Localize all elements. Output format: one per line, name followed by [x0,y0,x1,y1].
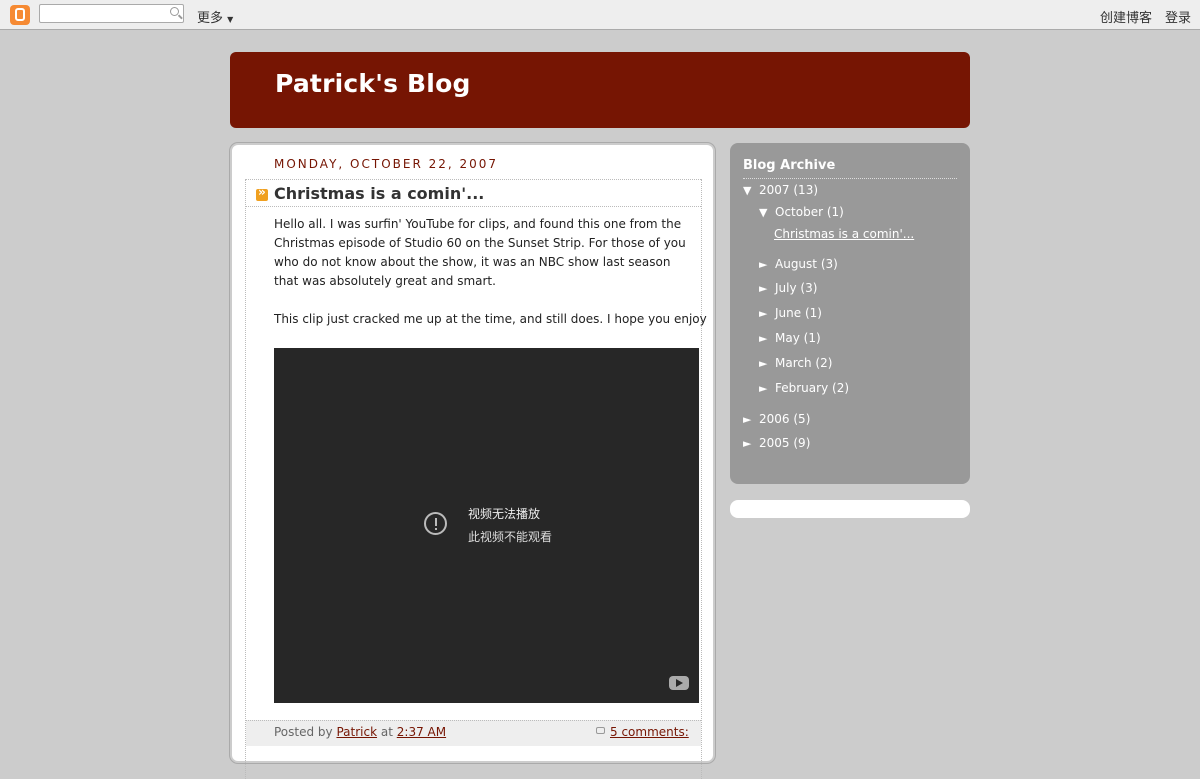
archive-month-link[interactable]: July [775,281,797,295]
archive-month-link[interactable]: June [775,306,801,320]
collapse-toggle-icon[interactable]: ► [759,357,775,370]
archive-count: (1) [804,306,822,320]
collapse-toggle-icon[interactable]: ► [759,307,775,320]
archive-count: (2) [815,356,833,370]
archive-month-link[interactable]: February [775,381,828,395]
more-menu-button[interactable]: 更多 ▼ [197,7,233,26]
comments-link[interactable]: 5 comments: [610,725,689,739]
post-meta: Posted by Patrick at 2:37 AM [274,725,446,739]
search-icon[interactable] [170,7,179,16]
main-column: Monday, October 22, 2007 Christmas is a … [230,143,715,779]
archive-year-2007: ▼ 2007 (13) [743,183,818,197]
archive-year-2005: ► 2005 (9) [743,436,810,450]
archive-year-2006: ► 2006 (5) [743,412,810,426]
expand-toggle-icon[interactable]: ▼ [759,206,775,219]
blog-header: Patrick's Blog [230,52,970,128]
post-title-row: Christmas is a comin'... [246,179,701,207]
collapse-toggle-icon[interactable]: ► [759,258,775,271]
sidebar-widget-empty [730,500,970,518]
collapse-toggle-icon[interactable]: ► [743,437,759,450]
archive-count: (3) [820,257,838,271]
archive-month-june: ► June (1) [759,306,822,320]
login-link[interactable]: 登录 [1165,7,1191,26]
collapse-toggle-icon[interactable]: ► [759,332,775,345]
at-label: at [380,725,393,739]
create-blog-link[interactable]: 创建博客 [1100,7,1152,26]
sidebar-title: Blog Archive [743,158,957,179]
archive-month-link[interactable]: March [775,356,812,370]
archive-count: (5) [793,412,811,426]
archive-year-link[interactable]: 2005 [759,436,790,450]
blogger-logo-icon[interactable] [10,5,30,25]
more-menu-label: 更多 [197,11,224,26]
post-paragraph: Hello all. I was surfin' YouTube for cli… [274,217,686,288]
posted-by-label: Posted by [274,725,333,739]
caret-down-icon: ▼ [227,15,234,24]
post-paragraph: This clip just cracked me up at the time… [274,312,707,326]
archive-count: (1) [826,205,844,219]
arrow-icon [256,185,268,201]
navbar: 更多 ▼ 创建博客 登录 [0,0,1200,30]
archive-count: (9) [793,436,811,450]
post: Christmas is a comin'... Hello all. I wa… [245,179,707,779]
expand-toggle-icon[interactable]: ▼ [743,184,759,197]
blog-title[interactable]: Patrick's Blog [275,69,471,98]
post-footer: Posted by Patrick at 2:37 AM 5 comments: [246,720,701,746]
author-link[interactable]: Patrick [336,725,377,739]
warning-icon [424,512,447,535]
archive-month-july: ► July (3) [759,281,817,295]
archive-month-link[interactable]: October [775,205,823,219]
video-error-title: 视频无法播放 [468,507,541,521]
archive-month-february: ► February (2) [759,381,849,395]
search-input[interactable] [39,4,184,23]
video-error-subtitle: 此视频不能观看 [468,530,553,544]
archive-count: (13) [793,183,819,197]
collapse-toggle-icon[interactable]: ► [759,282,775,295]
archive-month-october: ▼ October (1) [759,205,844,219]
archive-month-link[interactable]: May [775,331,800,345]
collapse-toggle-icon[interactable]: ► [759,382,775,395]
timestamp-link[interactable]: 2:37 AM [397,725,446,739]
archive-count: (3) [800,281,818,295]
youtube-icon[interactable] [669,676,689,690]
archive-count: (2) [832,381,850,395]
video-player[interactable]: 视频无法播放 此视频不能观看 [274,348,699,703]
archive-count: (1) [803,331,821,345]
post-body: Hello all. I was surfin' YouTube for cli… [274,215,707,348]
archive-post-link[interactable]: Christmas is a comin'... [774,227,914,241]
sidebar-blog-archive: Blog Archive ▼ 2007 (13) ▼ October (1) Chr… [730,143,970,484]
comment-icon [596,727,605,734]
archive-year-link[interactable]: 2007 [759,183,790,197]
collapse-toggle-icon[interactable]: ► [743,413,759,426]
archive-month-may: ► May (1) [759,331,821,345]
post-title: Christmas is a comin'... [274,184,485,203]
archive-month-march: ► March (2) [759,356,832,370]
archive-year-link[interactable]: 2006 [759,412,790,426]
date-header: Monday, October 22, 2007 [274,157,499,171]
archive-post-item: Christmas is a comin'... [774,227,914,241]
archive-month-link[interactable]: August [775,257,817,271]
archive-month-august: ► August (3) [759,257,838,271]
